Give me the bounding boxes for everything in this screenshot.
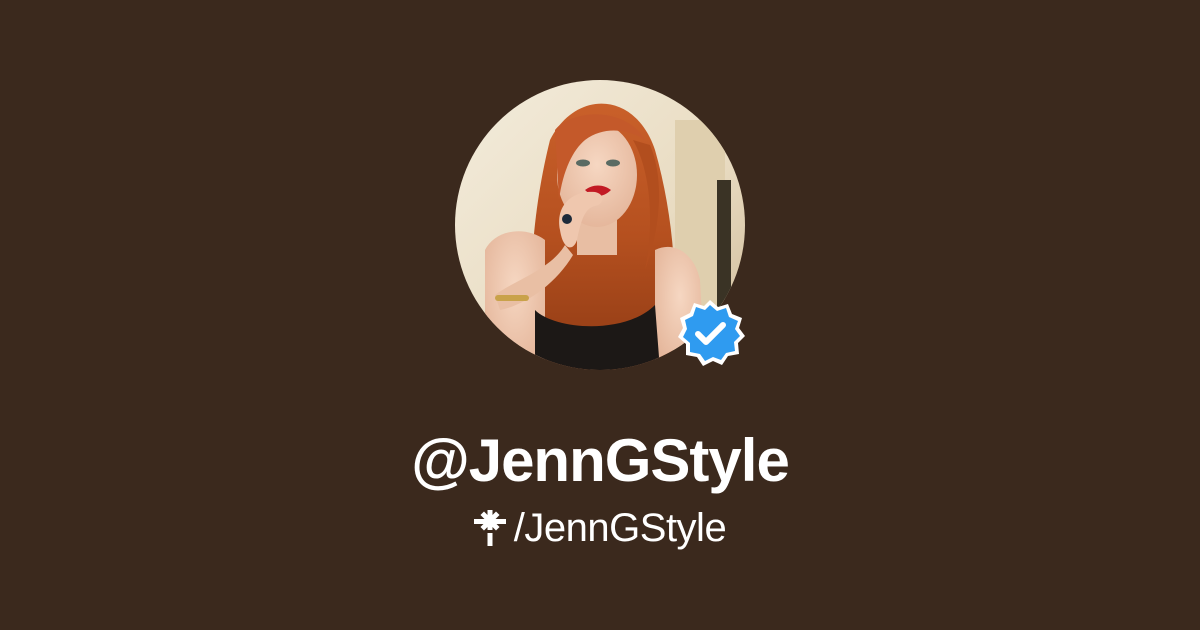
avatar-container bbox=[455, 80, 745, 370]
verified-check-icon bbox=[675, 298, 745, 368]
profile-link-path: /JennGStyle bbox=[513, 506, 727, 550]
linktree-asterisk-icon bbox=[473, 510, 506, 546]
profile-card: @JennGStyle /JennGStyle bbox=[0, 0, 1200, 630]
profile-link[interactable]: /JennGStyle bbox=[0, 500, 1200, 556]
profile-username: @JennGStyle bbox=[411, 427, 790, 494]
